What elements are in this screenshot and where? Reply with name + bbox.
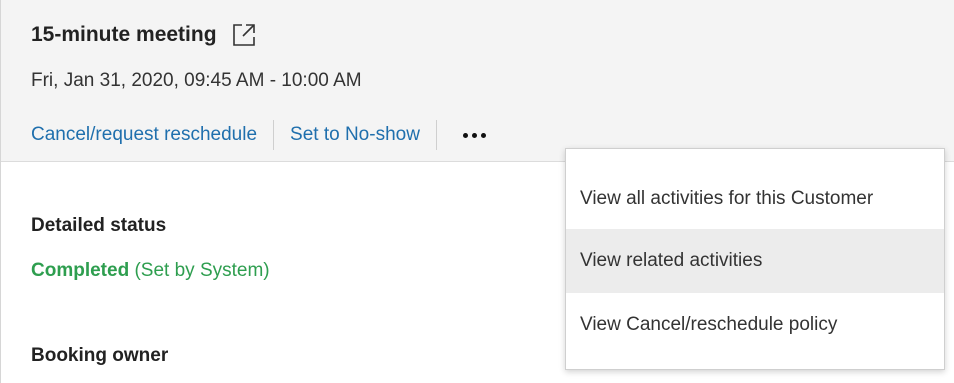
booking-header: 15-minute meeting Fri, Jan 31, 2020, 09:…: [1, 0, 954, 162]
more-horizontal-icon: [462, 132, 468, 138]
status-line: Completed (Set by System): [31, 260, 270, 282]
meeting-datetime: Fri, Jan 31, 2020, 09:45 AM - 10:00 AM: [31, 70, 362, 91]
title-row: 15-minute meeting: [31, 22, 257, 48]
menu-item-view-cancel-policy[interactable]: View Cancel/reschedule policy: [566, 293, 944, 357]
more-horizontal-icon: [471, 132, 477, 138]
open-external-icon[interactable]: [231, 22, 257, 48]
status-value: Completed: [31, 260, 130, 281]
action-divider: [273, 120, 275, 150]
status-note: (Set by System): [134, 260, 270, 281]
more-options-menu: View all activities for this Customer Vi…: [565, 148, 945, 370]
meeting-title: 15-minute meeting: [31, 23, 217, 46]
cancel-reschedule-link[interactable]: Cancel/request reschedule: [31, 124, 257, 146]
menu-item-view-related-activities[interactable]: View related activities: [566, 229, 944, 293]
more-horizontal-icon: [480, 132, 486, 138]
set-no-show-link[interactable]: Set to No-show: [290, 124, 420, 146]
action-divider: [435, 120, 437, 150]
action-bar: Cancel/request reschedule Set to No-show: [31, 120, 490, 150]
booking-card: 15-minute meeting Fri, Jan 31, 2020, 09:…: [0, 0, 954, 383]
booking-owner-heading: Booking owner: [31, 345, 169, 366]
detailed-status-heading: Detailed status: [31, 215, 167, 236]
menu-item-view-all-activities[interactable]: View all activities for this Customer: [566, 167, 944, 231]
more-options-button[interactable]: [459, 127, 490, 144]
